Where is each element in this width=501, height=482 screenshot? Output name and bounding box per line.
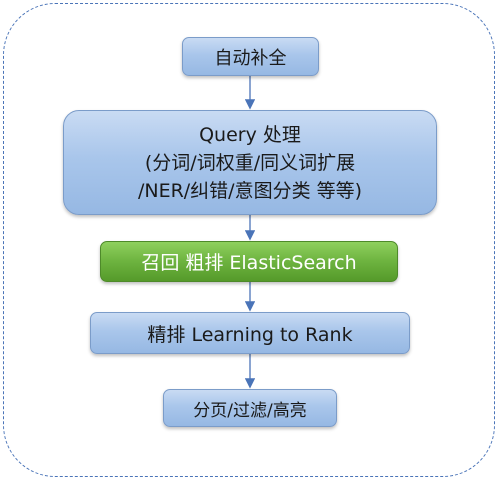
- node-query-title: Query 处理: [199, 123, 301, 146]
- node-rerank-label: 精排 Learning to Rank: [147, 323, 353, 346]
- node-autocomplete: 自动补全: [182, 37, 319, 76]
- node-recall-elasticsearch: 召回 粗排 ElasticSearch: [100, 241, 398, 282]
- node-recall-label: 召回 粗排 ElasticSearch: [141, 252, 357, 274]
- node-query-detail-2: /NER/纠错/意图分类 等等): [137, 179, 363, 202]
- node-query-processing: Query 处理 (分词/词权重/同义词扩展 /NER/纠错/意图分类 等等): [63, 110, 437, 215]
- node-paging-label: 分页/过滤/高亮: [193, 400, 307, 421]
- node-autocomplete-label: 自动补全: [214, 47, 287, 69]
- node-rerank-ltr: 精排 Learning to Rank: [90, 312, 410, 354]
- node-query-detail-1: (分词/词权重/同义词扩展: [144, 151, 356, 174]
- node-paging-filter-highlight: 分页/过滤/高亮: [163, 389, 337, 427]
